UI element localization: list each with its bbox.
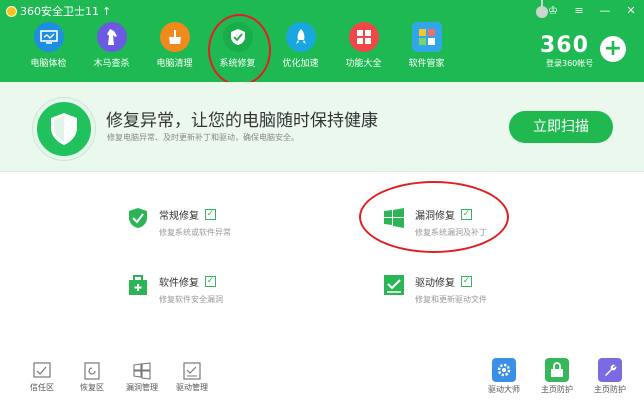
nav-item-clean[interactable]: 电脑清理 — [143, 22, 206, 74]
app-logo-icon — [6, 5, 17, 17]
monitor-check-icon — [33, 22, 64, 52]
window-grid-icon — [133, 362, 151, 380]
driver-icon — [384, 275, 404, 295]
nav-label: 电脑清理 — [156, 59, 193, 69]
tool-label: 恢复区 — [80, 383, 104, 392]
checkbox[interactable]: ✓ — [205, 209, 216, 220]
nav-label: 功能大全 — [345, 59, 382, 69]
brand-logo: 360 — [540, 33, 589, 58]
shield-large-icon — [33, 98, 95, 160]
tool-label: 驱动大师 — [488, 385, 520, 394]
annotation-circle-nav — [208, 14, 271, 86]
scan-button[interactable]: 立即扫描 — [509, 111, 613, 143]
repair-item-general[interactable]: 常规修复 ✓ 修复系统或软件异常 — [127, 207, 231, 238]
bottom-right-tools: 驱动大师 主页防护 主页防护 — [484, 358, 630, 395]
nav-item-check[interactable]: 电脑体检 — [17, 22, 80, 74]
repair-desc: 修复和更新驱动文件 — [415, 295, 487, 304]
software-icon — [411, 22, 442, 52]
nav-label: 电脑体检 — [30, 59, 67, 69]
rocket-icon — [285, 22, 316, 52]
tool-label: 驱动管理 — [176, 383, 208, 392]
hero-banner: 修复异常，让您的电脑随时保持健康 修复电脑异常、及时更新补丁和驱动，确保电脑安全… — [0, 82, 644, 172]
tool-label: 信任区 — [30, 383, 54, 392]
nav-label: 木马查杀 — [93, 59, 130, 69]
repair-desc: 修复系统或软件异常 — [159, 228, 231, 237]
nav-item-speedup[interactable]: 优化加速 — [269, 22, 332, 74]
window-controls: ♔ ≡ — ✕ — [546, 4, 638, 17]
repair-item-driver[interactable]: 驱动修复 ✓ 修复和更新驱动文件 — [383, 274, 487, 305]
repair-item-software[interactable]: 软件修复 ✓ 修复软件安全漏洞 — [127, 274, 223, 305]
shield-check-icon — [129, 208, 147, 228]
tool-label: 漏洞管理 — [126, 383, 158, 392]
login-link[interactable]: 登录360帐号 — [546, 58, 593, 69]
checkbox[interactable]: ✓ — [205, 276, 216, 287]
tool-home-protect[interactable]: 主页防护 — [537, 358, 577, 395]
nav-label: 优化加速 — [282, 59, 319, 69]
nav-item-software[interactable]: 软件管家 — [395, 22, 458, 74]
wrench-icon — [598, 358, 622, 382]
repair-name: 常规修复 — [159, 211, 199, 222]
checkbox[interactable]: ✓ — [461, 276, 472, 287]
tool-home-protect-2[interactable]: 主页防护 — [590, 358, 630, 395]
trust-icon — [33, 362, 51, 378]
nav-item-features[interactable]: 功能大全 — [332, 22, 395, 74]
update-arrow-icon[interactable]: ↑ — [102, 5, 111, 18]
grid-icon — [348, 22, 379, 52]
tool-driver-manage[interactable]: 驱动管理 — [172, 362, 212, 393]
minimize-button[interactable]: — — [598, 4, 612, 17]
tool-vuln-manage[interactable]: 漏洞管理 — [122, 362, 162, 393]
repair-name: 驱动修复 — [415, 278, 455, 289]
menu-icon[interactable]: ≡ — [572, 4, 586, 17]
broom-icon — [159, 22, 190, 52]
driver-manage-icon — [183, 362, 201, 380]
horse-icon — [96, 22, 127, 52]
plus-icon[interactable]: + — [600, 36, 626, 62]
repair-name: 软件修复 — [159, 278, 199, 289]
tool-trust[interactable]: 信任区 — [22, 362, 62, 393]
nav-label: 软件管家 — [408, 59, 445, 69]
bag-icon — [129, 275, 147, 295]
skin-icon[interactable]: ♔ — [546, 4, 560, 17]
tool-label: 主页防护 — [541, 385, 573, 394]
close-button[interactable]: ✕ — [624, 4, 638, 17]
window-title: 360安全卫士11 ↑ — [6, 3, 111, 19]
tool-restore[interactable]: 恢复区 — [72, 362, 112, 393]
restore-icon — [84, 362, 100, 380]
gear-icon — [492, 358, 516, 382]
bottom-left-tools: 信任区 恢复区 漏洞管理 驱动管理 — [22, 362, 212, 393]
tool-label: 主页防护 — [594, 385, 626, 394]
top-bar: 360安全卫士11 ↑ ♔ ≡ — ✕ 电脑体检 木马查杀 电脑清理 系统修复 … — [0, 0, 644, 82]
repair-desc: 修复软件安全漏洞 — [159, 295, 223, 304]
annotation-circle-vulnerability — [359, 181, 509, 253]
nav-item-trojan[interactable]: 木马查杀 — [80, 22, 143, 74]
tool-driver-master[interactable]: 驱动大师 — [484, 358, 524, 395]
window-title-text: 360安全卫士11 — [20, 5, 99, 18]
hero-subtitle: 修复电脑异常、及时更新补丁和驱动，确保电脑安全。 — [107, 133, 299, 142]
hero-title: 修复异常，让您的电脑随时保持健康 — [106, 111, 378, 131]
lock-icon — [545, 358, 569, 382]
